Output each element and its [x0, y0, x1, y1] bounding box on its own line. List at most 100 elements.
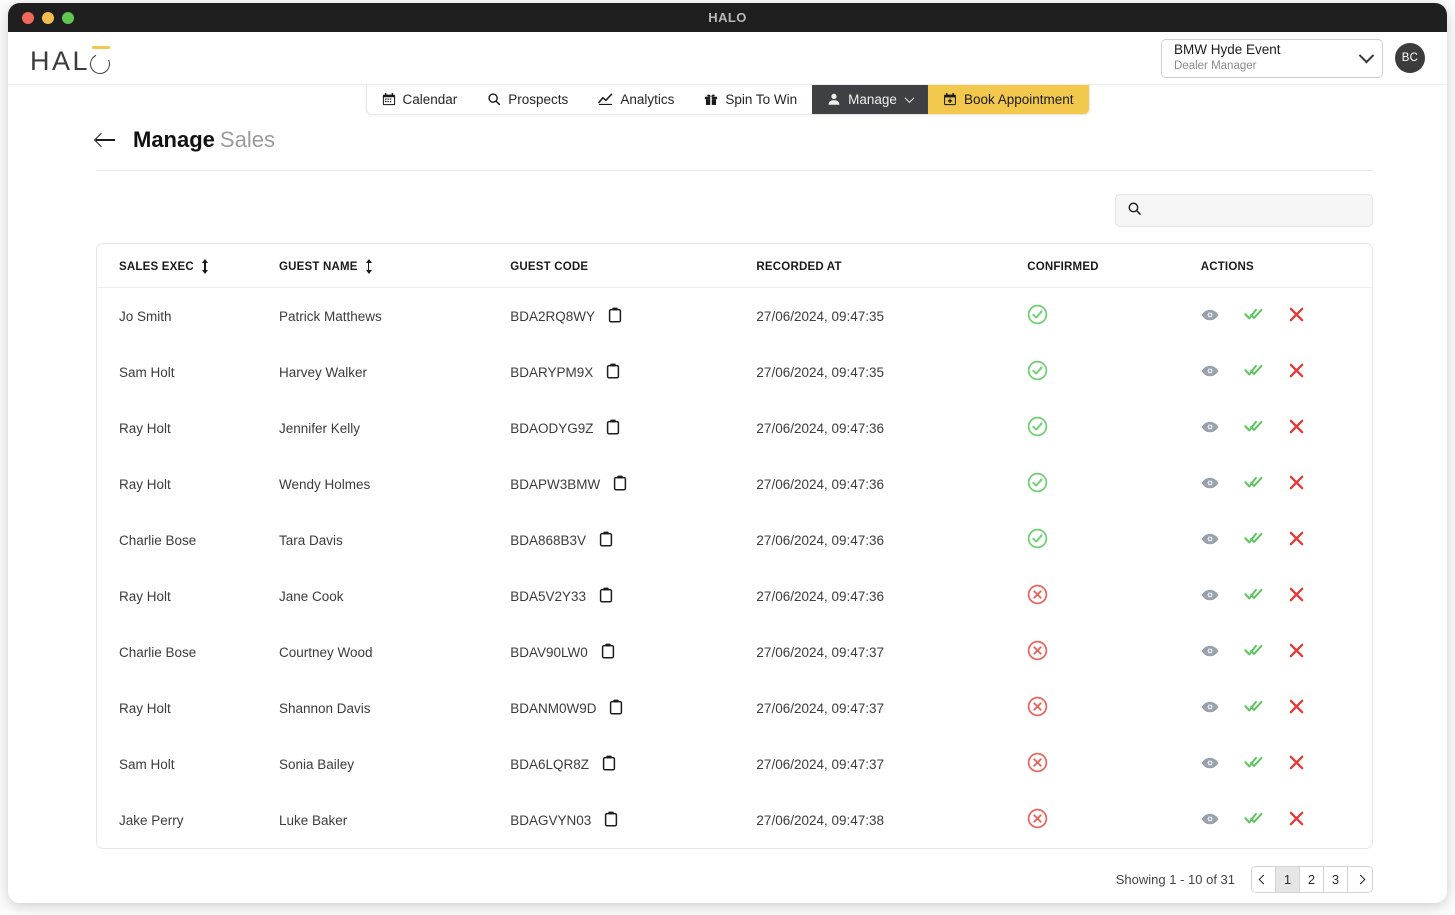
guest-code-value: BDAGVYN03 [510, 812, 592, 828]
table-row[interactable]: Ray Holt Jane Cook BDA5V2Y33 27/06/2024, 09… [97, 568, 1372, 624]
table-row[interactable]: Charlie Bose Courtney Wood BDAV90LW0 27/06/… [97, 624, 1372, 680]
x-icon[interactable] [1288, 530, 1305, 550]
table-row[interactable]: Charlie Bose Tara Davis BDA868B3V 27/06/202… [97, 512, 1372, 568]
pager-prev[interactable] [1252, 867, 1276, 892]
table-row[interactable]: Ray Holt Jennifer Kelly BDAODYG9Z 27/06/202… [97, 400, 1372, 456]
event-selector[interactable]: BMW Hyde Event Dealer Manager [1161, 38, 1383, 78]
eye-icon[interactable] [1201, 644, 1219, 661]
cell-actions [1201, 568, 1372, 624]
x-icon[interactable] [1288, 474, 1305, 494]
eye-icon[interactable] [1201, 532, 1219, 549]
eye-icon[interactable] [1201, 308, 1219, 325]
cell-guest-name: Sonia Bailey [278, 756, 355, 772]
double-check-icon[interactable] [1244, 811, 1263, 829]
table-row[interactable]: Ray Holt Wendy Holmes BDAPW3BMW 27/06/2024,… [97, 456, 1372, 512]
cell-guest-name: Harvey Walker [278, 364, 367, 380]
column-header-guest-name[interactable]: GUEST NAME [278, 244, 511, 288]
sort-icon[interactable] [201, 259, 210, 274]
halo-logo[interactable]: HAL [22, 41, 113, 77]
eye-icon[interactable] [1201, 476, 1219, 493]
eye-icon[interactable] [1201, 588, 1219, 605]
cell-guest-code: BDA2RQ8WY [510, 288, 756, 345]
clipboard-copy-icon[interactable] [602, 755, 616, 774]
clipboard-copy-icon[interactable] [606, 419, 620, 438]
tab-manage[interactable]: Manage [812, 84, 928, 114]
eye-icon[interactable] [1201, 700, 1219, 717]
column-label: RECORDED AT [756, 260, 842, 273]
clipboard-copy-icon[interactable] [606, 363, 620, 382]
cell-recorded-at: 27/06/2024, 09:47:35 [756, 308, 885, 324]
x-icon[interactable] [1288, 754, 1305, 774]
clipboard-copy-icon[interactable] [604, 811, 618, 830]
guest-code-value: BDAODYG9Z [510, 420, 594, 436]
cell-guest-code: BDAGVYN03 [510, 792, 756, 848]
x-icon[interactable] [1288, 362, 1305, 382]
search-input[interactable] [1150, 203, 1361, 218]
table-row[interactable]: Sam Holt Harvey Walker BDARYPM9X 27/06/2024… [97, 344, 1372, 400]
clipboard-copy-icon[interactable] [613, 475, 627, 494]
cell-confirmed [1027, 792, 1200, 848]
clipboard-copy-icon[interactable] [609, 699, 623, 718]
double-check-icon[interactable] [1244, 307, 1263, 325]
avatar[interactable]: BC [1395, 43, 1425, 73]
x-icon[interactable] [1288, 418, 1305, 438]
sort-icon[interactable] [365, 259, 374, 274]
cell-confirmed [1027, 512, 1200, 568]
eye-icon[interactable] [1201, 364, 1219, 381]
x-icon[interactable] [1288, 306, 1305, 326]
cell-guest-code: BDANM0W9D [510, 680, 756, 736]
page-header: Manage Sales [96, 127, 1373, 153]
double-check-icon[interactable] [1244, 475, 1263, 493]
pager-next[interactable] [1348, 867, 1372, 892]
tab-prospects[interactable]: Prospects [472, 84, 583, 114]
clipboard-copy-icon[interactable] [608, 307, 622, 326]
guest-code-value: BDA6LQR8Z [510, 756, 589, 772]
double-check-icon[interactable] [1244, 587, 1263, 605]
pager-page-3[interactable]: 3 [1324, 867, 1348, 892]
x-icon[interactable] [1288, 642, 1305, 662]
double-check-icon[interactable] [1244, 755, 1263, 773]
clipboard-copy-icon[interactable] [599, 587, 613, 606]
double-check-icon[interactable] [1244, 699, 1263, 717]
eye-icon[interactable] [1201, 420, 1219, 437]
column-header-sales-exec[interactable]: SALES EXEC [97, 244, 279, 288]
search-box[interactable] [1115, 194, 1373, 227]
table-row[interactable]: Jake Perry Luke Baker BDAGVYN03 27/06/2024,… [97, 792, 1372, 848]
tab-analytics[interactable]: Analytics [583, 84, 689, 114]
cell-sales-exec: Ray Holt [119, 476, 171, 492]
double-check-icon[interactable] [1244, 531, 1263, 549]
column-label: GUEST CODE [510, 260, 589, 273]
double-check-icon[interactable] [1244, 643, 1263, 661]
event-role: Dealer Manager [1174, 59, 1257, 72]
pager-page-1[interactable]: 1 [1276, 867, 1300, 892]
double-check-icon[interactable] [1244, 419, 1263, 437]
double-check-icon[interactable] [1244, 363, 1263, 381]
back-arrow-icon[interactable] [96, 132, 116, 148]
cell-recorded-at: 27/06/2024, 09:47:36 [756, 588, 885, 604]
chevron-left-icon [1258, 874, 1269, 885]
tab-label: Manage [848, 91, 897, 107]
clipboard-copy-icon[interactable] [599, 531, 613, 550]
table-row[interactable]: Ray Holt Shannon Davis BDANM0W9D 27/06/2024… [97, 680, 1372, 736]
guest-code-value: BDANM0W9D [510, 700, 597, 716]
eye-icon[interactable] [1201, 756, 1219, 773]
page-title-sub: Sales [219, 127, 275, 152]
cell-actions [1201, 736, 1372, 792]
cell-guest-name: Luke Baker [278, 812, 348, 828]
x-icon[interactable] [1288, 810, 1305, 830]
table-row[interactable]: Sam Holt Sonia Bailey BDA6LQR8Z 27/06/2024,… [97, 736, 1372, 792]
screen: HALO HAL BMW Hyde Event Dealer Manager B… [0, 0, 1455, 915]
x-icon[interactable] [1288, 586, 1305, 606]
clipboard-copy-icon[interactable] [601, 643, 615, 662]
eye-icon[interactable] [1201, 812, 1219, 829]
tab-calendar[interactable]: Calendar [366, 84, 472, 114]
logo-text: HAL [30, 46, 91, 76]
pager-page-2[interactable]: 2 [1300, 867, 1324, 892]
check-circle-icon [1027, 528, 1200, 552]
table-row[interactable]: Jo Smith Patrick Matthews BDA2RQ8WY 27/06/2… [97, 288, 1372, 345]
tab-book-appointment[interactable]: Book Appointment [927, 84, 1089, 114]
x-icon[interactable] [1288, 698, 1305, 718]
search-icon [487, 92, 501, 106]
guest-code-value: BDAPW3BMW [510, 476, 601, 492]
tab-spin-to-win[interactable]: Spin To Win [689, 84, 812, 114]
